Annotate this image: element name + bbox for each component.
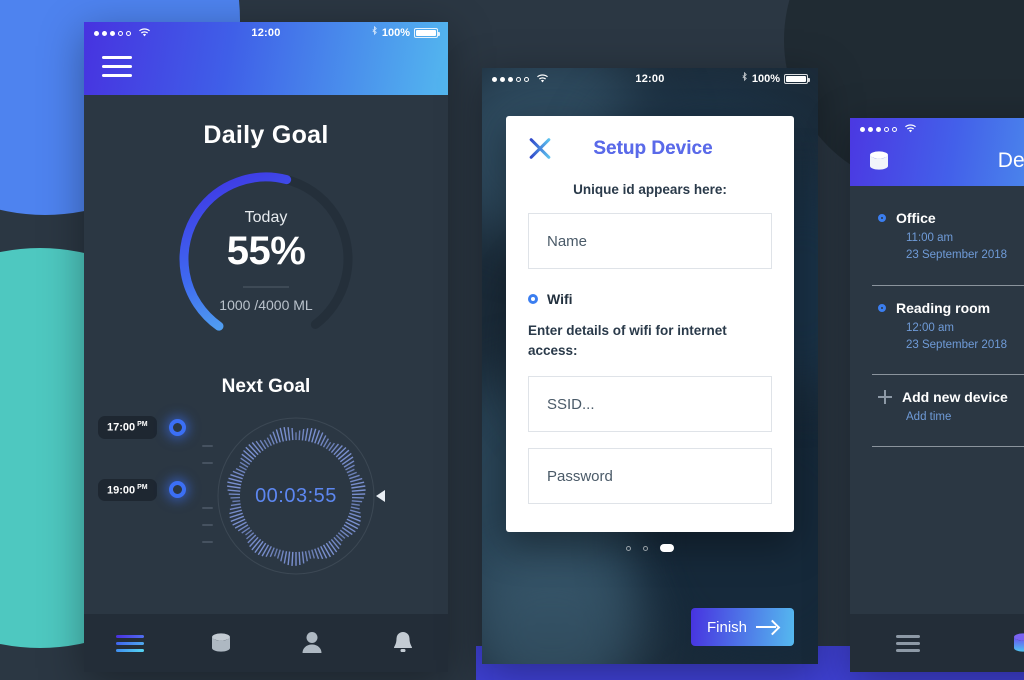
finish-button[interactable]: Finish bbox=[691, 608, 794, 646]
database-cylinder-icon bbox=[870, 151, 888, 170]
person-icon bbox=[302, 632, 321, 653]
device-list: Office 11:00 am 23 September 2018 Readin… bbox=[850, 186, 1024, 614]
gauge-percent: 55% bbox=[226, 229, 306, 273]
pagination-dot[interactable] bbox=[626, 545, 631, 551]
divider bbox=[872, 374, 1024, 375]
schedule-time: 19:00 bbox=[107, 484, 136, 497]
password-input-placeholder: Password bbox=[547, 467, 613, 485]
device-name: Reading room bbox=[896, 299, 991, 316]
status-time: 12:00 bbox=[635, 73, 665, 85]
schedule-ticks bbox=[202, 444, 213, 464]
dial-marker-icon bbox=[376, 490, 385, 502]
close-x-icon[interactable] bbox=[528, 136, 554, 162]
nav-item-alerts[interactable] bbox=[357, 630, 448, 656]
nav-item-devices[interactable] bbox=[965, 630, 1024, 656]
password-input[interactable]: Password bbox=[528, 448, 772, 505]
add-new-device-item[interactable]: Add new device Add time bbox=[850, 379, 1024, 438]
daily-goal-gauge: Today 55% 1000 /4000 ML bbox=[171, 164, 361, 354]
device-time: 12:00 am bbox=[906, 321, 954, 334]
battery-icon bbox=[784, 74, 810, 84]
name-input-placeholder: Name bbox=[547, 232, 588, 250]
screen3-bottom-nav bbox=[850, 614, 1024, 672]
schedule-item[interactable]: 17:00 PM bbox=[98, 416, 208, 439]
wifi-option[interactable]: Wifi bbox=[528, 291, 772, 307]
plus-icon bbox=[878, 390, 892, 404]
hamburger-icon bbox=[895, 634, 920, 652]
screen1-bottom-nav bbox=[84, 614, 448, 672]
ssid-input[interactable]: SSID... bbox=[528, 376, 772, 433]
wifi-help-text: Enter details of wifi for internet acces… bbox=[528, 323, 727, 358]
signal-dots-icon bbox=[860, 126, 897, 132]
phone-screen-setup-device: 12:00 100% Setup Device Unique id appear… bbox=[482, 68, 818, 664]
nav-item-menu[interactable] bbox=[84, 634, 175, 652]
schedule-time-pill: 17:00 PM bbox=[98, 416, 157, 439]
next-goal-title: Next Goal bbox=[221, 376, 311, 397]
finish-button-label: Finish bbox=[706, 618, 747, 636]
gauge-divider bbox=[243, 286, 289, 288]
countdown-time: 00:03:55 bbox=[255, 484, 337, 507]
modal-subtitle: Unique id appears here: bbox=[573, 182, 727, 197]
pagination-dot-active[interactable] bbox=[660, 544, 674, 552]
nav-item-devices[interactable] bbox=[175, 630, 266, 656]
pagination-indicator bbox=[482, 544, 818, 552]
schedule-ring-icon[interactable] bbox=[168, 481, 186, 499]
name-input[interactable]: Name bbox=[528, 213, 772, 269]
divider bbox=[872, 284, 1024, 286]
hamburger-icon[interactable] bbox=[102, 56, 132, 77]
countdown-dial[interactable]: 00:03:55 bbox=[216, 416, 385, 576]
setup-device-modal: Setup Device Unique id appears here: Nam… bbox=[506, 116, 794, 533]
screen1-body: Daily Goal Today 55% 1000 /4000 ML Next … bbox=[84, 95, 448, 614]
nav-item-menu[interactable] bbox=[850, 634, 965, 652]
schedule-ring-icon[interactable] bbox=[168, 418, 186, 436]
schedule-meridiem: PM bbox=[137, 483, 148, 491]
radio-ring-icon bbox=[878, 303, 886, 312]
divider bbox=[872, 446, 1024, 448]
schedule-time: 17:00 bbox=[107, 421, 136, 434]
next-goal-row: 17:00 PM 19:00 PM 00:03:55 bbox=[84, 416, 448, 576]
status-time: 12:00 bbox=[251, 27, 281, 39]
bell-icon bbox=[393, 632, 412, 652]
wifi-icon bbox=[904, 124, 917, 134]
database-cylinder-icon bbox=[211, 633, 230, 652]
add-device-label: Add new device bbox=[902, 389, 1008, 405]
gauge-amount: 1000 /4000 ML bbox=[219, 297, 313, 313]
ssid-input-placeholder: SSID... bbox=[547, 395, 595, 413]
modal-title: Setup Device bbox=[554, 138, 752, 160]
nav-item-profile[interactable] bbox=[266, 630, 357, 656]
device-date: 23 September 2018 bbox=[906, 249, 1008, 262]
screen1-header: 12:00 100% bbox=[84, 22, 448, 95]
add-device-sub: Add time bbox=[906, 411, 952, 423]
screen1-status-bar: 12:00 100% bbox=[84, 22, 448, 44]
schedule-meridiem: PM bbox=[137, 421, 148, 428]
modal-header: Setup Device bbox=[528, 136, 772, 162]
battery-icon bbox=[414, 28, 440, 38]
screen3-status-bar: 12:00 bbox=[850, 118, 1024, 140]
device-time: 11:00 am bbox=[906, 232, 954, 244]
schedule-list: 17:00 PM 19:00 PM bbox=[98, 416, 213, 558]
schedule-item[interactable]: 19:00 PM bbox=[98, 478, 208, 502]
radio-ring-icon bbox=[878, 214, 886, 222]
database-cylinder-icon bbox=[1013, 633, 1024, 652]
list-item[interactable]: Office 11:00 am 23 September 2018 bbox=[850, 200, 1024, 277]
device-name: Office bbox=[896, 210, 936, 226]
list-item[interactable]: Reading room 12:00 am 23 September 2018 bbox=[850, 290, 1024, 367]
radio-ring-icon bbox=[528, 294, 538, 304]
gauge-label: Today bbox=[244, 209, 288, 226]
phone-screen-devices: 12:00 Device Office 11:00 am 23 Septembe… bbox=[850, 118, 1024, 672]
pagination-dot[interactable] bbox=[643, 545, 648, 551]
wifi-label: Wifi bbox=[547, 291, 573, 307]
page-title: Device bbox=[997, 149, 1024, 172]
screen3-header: 12:00 Device bbox=[850, 118, 1024, 186]
device-date: 23 September 2018 bbox=[906, 338, 1008, 351]
hamburger-icon bbox=[115, 634, 144, 652]
schedule-time-pill: 19:00 PM bbox=[98, 478, 157, 502]
phone-screen-daily-goal: 12:00 100% Daily Goal Today 55% 1000 /40… bbox=[84, 22, 448, 672]
screen2-status-bar: 12:00 100% bbox=[482, 68, 818, 90]
schedule-ticks bbox=[202, 507, 213, 544]
arrow-right-icon bbox=[756, 621, 778, 633]
page-title: Daily Goal bbox=[203, 121, 329, 149]
